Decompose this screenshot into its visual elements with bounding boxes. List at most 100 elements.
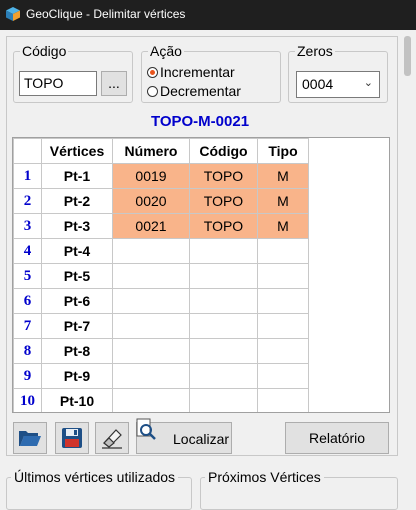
numero-cell[interactable] [112,263,190,289]
row-index[interactable]: 8 [13,338,42,364]
row-index[interactable]: 9 [13,363,42,389]
column-header-numero[interactable]: Número [112,138,190,164]
vertex-cell[interactable]: Pt-9 [41,363,113,389]
app-logo-icon [6,7,20,21]
vertical-scrollbar[interactable] [398,30,416,497]
numero-cell[interactable]: 0019 [112,163,190,189]
codigo-cell[interactable]: TOPO [189,213,258,239]
vertex-cell[interactable]: Pt-5 [41,263,113,289]
column-header-vertices[interactable]: Vértices [41,138,113,164]
numero-cell[interactable] [112,288,190,314]
table-row[interactable]: 6 Pt-6 [13,288,309,314]
open-button[interactable] [13,422,47,454]
localizar-button[interactable]: Localizar [136,418,232,454]
radio-decrementar-label: Decrementar [160,83,241,99]
proximos-vertices-legend: Próximos Vértices [208,469,321,485]
magnifier-document-icon [136,418,156,440]
localizar-label: Localizar [173,431,230,447]
radio-selected-icon[interactable] [147,67,158,78]
codigo-cell[interactable] [189,363,258,389]
table-row[interactable]: 2 Pt-2 0020 TOPO M [13,188,309,214]
column-header-tipo[interactable]: Tipo [257,138,309,164]
row-index[interactable]: 5 [13,263,42,289]
row-index[interactable]: 1 [13,163,42,189]
result-code-label: TOPO-M-0021 [150,113,250,130]
table-row[interactable]: 3 Pt-3 0021 TOPO M [13,213,309,239]
radio-incrementar-label: Incrementar [160,64,235,80]
tipo-cell[interactable]: M [257,213,309,239]
vertex-cell[interactable]: Pt-7 [41,313,113,339]
table-row[interactable]: 7 Pt-7 [13,313,309,339]
vertex-cell[interactable]: Pt-6 [41,288,113,314]
numero-cell[interactable] [112,388,190,412]
table-row[interactable]: 5 Pt-5 [13,263,309,289]
table-row[interactable]: 8 Pt-8 [13,338,309,364]
codigo-cell[interactable]: TOPO [189,163,258,189]
ultimos-vertices-group: Últimos vértices utilizados [6,470,192,510]
tipo-cell[interactable] [257,338,309,364]
codigo-cell[interactable] [189,288,258,314]
radio-unselected-icon[interactable] [147,86,158,97]
tipo-cell[interactable] [257,263,309,289]
corner-cell [13,138,42,164]
ultimos-vertices-legend: Últimos vértices utilizados [14,469,176,485]
title-bar: GeoClique - Delimitar vértices [0,0,416,30]
codigo-input[interactable]: TOPO [19,71,97,96]
table-row[interactable]: 10 Pt-10 [13,388,309,412]
table-row[interactable]: 1 Pt-1 0019 TOPO M [13,163,309,189]
tipo-cell[interactable] [257,288,309,314]
numero-cell[interactable] [112,238,190,264]
clear-button[interactable] [95,422,129,454]
vertex-cell[interactable]: Pt-2 [41,188,113,214]
vertex-cell[interactable]: Pt-4 [41,238,113,264]
tipo-cell[interactable] [257,363,309,389]
floppy-disk-icon [62,428,82,448]
zeros-value: 0004 [302,76,334,92]
numero-cell[interactable]: 0020 [112,188,190,214]
save-button[interactable] [55,422,89,454]
vertex-cell[interactable]: Pt-3 [41,213,113,239]
row-index[interactable]: 4 [13,238,42,264]
codigo-cell[interactable] [189,388,258,412]
proximos-vertices-group: Próximos Vértices [200,470,398,510]
relatorio-button[interactable]: Relatório [285,422,389,454]
vertices-table: Vértices Número Código Tipo 1 Pt-1 0019 TOP… [13,138,309,412]
vertex-cell[interactable]: Pt-10 [41,388,113,412]
scrollbar-thumb[interactable] [404,36,411,76]
row-index[interactable]: 6 [13,288,42,314]
numero-cell[interactable] [112,313,190,339]
vertices-grid[interactable]: Vértices Número Código Tipo 1 Pt-1 0019 TOP… [12,137,390,413]
tipo-cell[interactable]: M [257,163,309,189]
codigo-browse-button[interactable]: ... [101,71,127,96]
numero-cell[interactable] [112,363,190,389]
tipo-cell[interactable] [257,238,309,264]
codigo-cell[interactable]: TOPO [189,188,258,214]
codigo-cell[interactable] [189,238,258,264]
row-index[interactable]: 7 [13,313,42,339]
radio-incrementar[interactable]: Incrementar [147,64,235,81]
table-row[interactable]: 4 Pt-4 [13,238,309,264]
codigo-cell[interactable] [189,263,258,289]
eraser-icon [102,429,122,449]
vertex-cell[interactable]: Pt-1 [41,163,113,189]
numero-cell[interactable] [112,338,190,364]
tipo-cell[interactable]: M [257,188,309,214]
acao-legend: Ação [150,43,182,59]
tipo-cell[interactable] [257,388,309,412]
radio-decrementar[interactable]: Decrementar [147,83,241,100]
codigo-cell[interactable] [189,338,258,364]
row-index[interactable]: 3 [13,213,42,239]
codigo-legend: Código [22,43,67,59]
table-header-row: Vértices Número Código Tipo [13,138,309,164]
tipo-cell[interactable] [257,313,309,339]
row-index[interactable]: 10 [13,388,42,412]
vertex-cell[interactable]: Pt-8 [41,338,113,364]
zeros-select[interactable]: 0004 ⌄ [296,71,380,98]
folder-open-icon [19,431,41,446]
chevron-down-icon: ⌄ [363,77,373,89]
table-row[interactable]: 9 Pt-9 [13,363,309,389]
numero-cell[interactable]: 0021 [112,213,190,239]
row-index[interactable]: 2 [13,188,42,214]
column-header-codigo[interactable]: Código [189,138,258,164]
codigo-cell[interactable] [189,313,258,339]
